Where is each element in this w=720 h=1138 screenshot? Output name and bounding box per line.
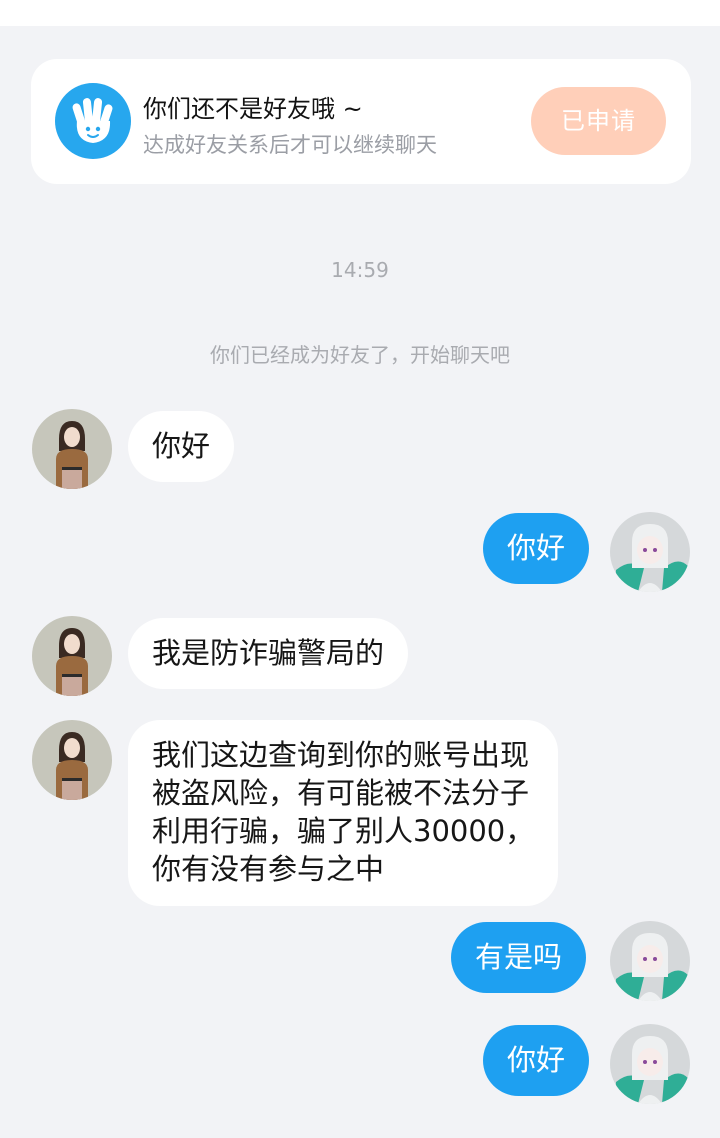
message-line: 被盗风险，有可能被不法分子 [152, 776, 530, 810]
system-notice: 你们已经成为好友了，开始聊天吧 [210, 343, 510, 367]
contact-avatar[interactable] [32, 720, 112, 800]
message-bubble-incoming[interactable]: 你好 [128, 411, 235, 482]
contact-avatar[interactable] [32, 409, 112, 489]
message-timestamp: 14:59 [331, 258, 389, 282]
banner-title: 你们还不是好友哦 ~ [143, 95, 363, 123]
contact-avatar[interactable] [32, 616, 112, 696]
message-bubble-outgoing[interactable]: 你好 [483, 1025, 590, 1096]
user-avatar[interactable] [610, 921, 690, 1001]
message-bubble-incoming[interactable]: 我们这边查询到你的账号出现 被盗风险，有可能被不法分子 利用行骗，骗了别人300… [128, 720, 559, 906]
applied-button[interactable]: 已申请 [531, 87, 666, 155]
message-line: 我们这边查询到你的账号出现 [152, 738, 530, 772]
message-line: 利用行骗，骗了别人30000， [152, 814, 535, 848]
not-friends-banner: 你们还不是好友哦 ~ 达成好友关系后才可以继续聊天 已申请 [31, 59, 691, 184]
message-line: 你有没有参与之中 [152, 852, 385, 886]
message-bubble-incoming[interactable]: 我是防诈骗警局的 [128, 618, 409, 689]
user-avatar[interactable] [610, 512, 690, 592]
message-bubble-outgoing[interactable]: 你好 [483, 513, 590, 584]
user-avatar[interactable] [610, 1024, 690, 1104]
banner-subtitle: 达成好友关系后才可以继续聊天 [143, 133, 437, 157]
message-bubble-outgoing[interactable]: 有是吗 [451, 922, 587, 993]
status-bar-area [0, 0, 720, 26]
wave-hand-icon [55, 83, 131, 159]
